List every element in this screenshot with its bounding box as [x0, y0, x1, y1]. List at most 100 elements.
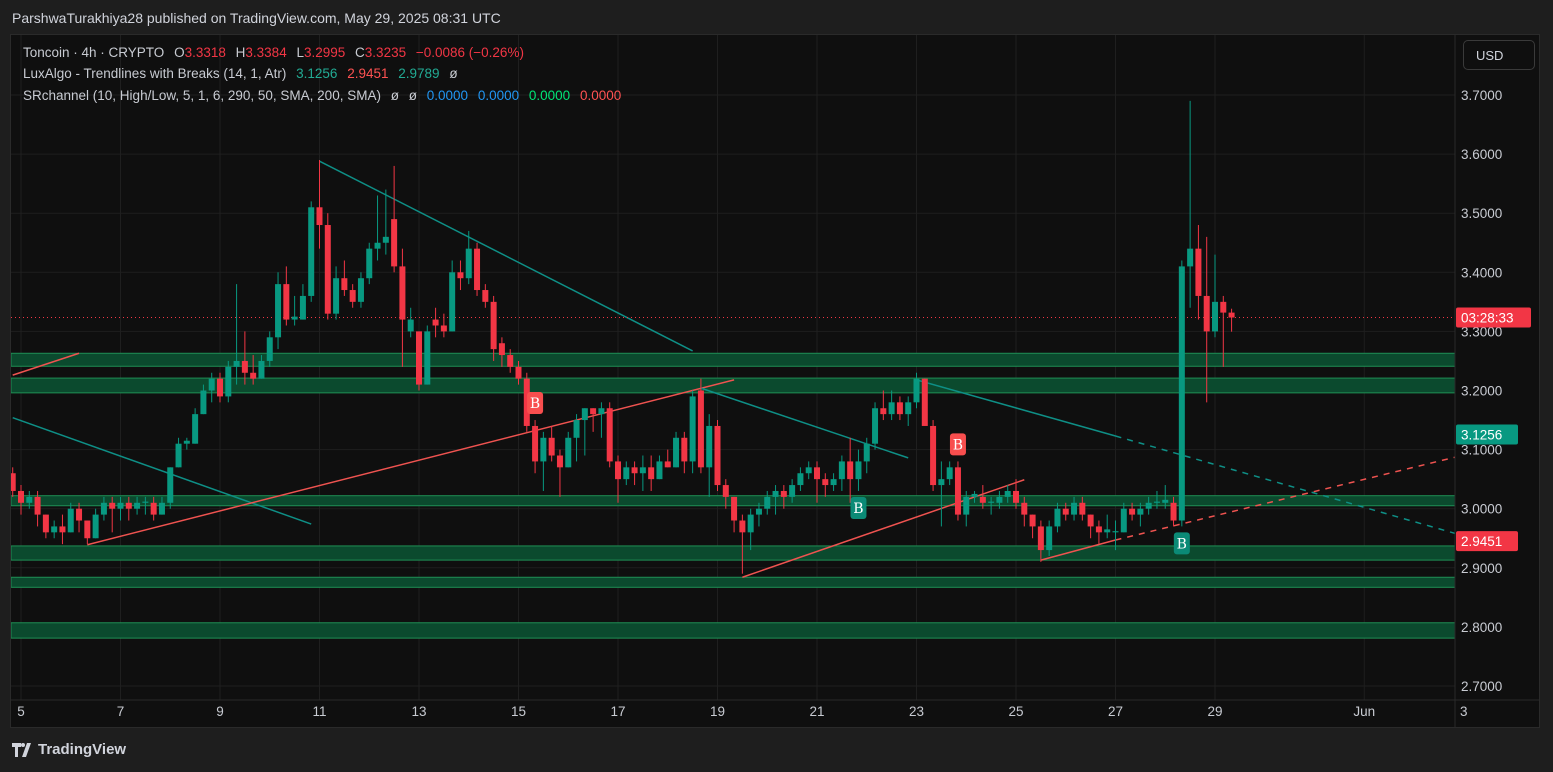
candle-down: [714, 420, 721, 491]
candle-down: [1095, 520, 1102, 545]
candle-body: [76, 508, 83, 521]
candle-body: [250, 372, 257, 379]
candle-body: [217, 378, 223, 397]
candle-body: [1079, 502, 1086, 515]
candle-down: [648, 455, 655, 491]
time-tick-label: 13: [411, 704, 426, 719]
candle-body: [225, 366, 232, 397]
time-tick-label: 7: [117, 704, 125, 719]
candle-body: [1046, 526, 1053, 551]
sr-zone: [11, 352, 1455, 367]
bearish-break-marker: B: [527, 392, 544, 415]
candle-body: [1212, 301, 1218, 332]
candle-up: [424, 325, 431, 385]
candle-down: [1228, 308, 1235, 332]
candle-up: [565, 431, 572, 468]
candle-down: [921, 378, 928, 426]
candle-down: [664, 449, 671, 468]
candle-up: [291, 295, 298, 326]
candle-body: [946, 467, 953, 480]
time-tick-label: 5: [17, 704, 25, 719]
candle-down: [391, 165, 398, 273]
candle-up: [639, 455, 646, 491]
indicator-value: 2.9451: [347, 66, 389, 81]
candle-up: [51, 520, 58, 539]
candle-body: [1112, 531, 1119, 533]
price-change: −0.0086 (−0.26%): [415, 45, 524, 60]
symbol-label[interactable]: Toncoin · 4h · CRYPTO: [23, 45, 164, 60]
candle-body: [233, 360, 240, 367]
price-tick-label: 3.4000: [1461, 265, 1502, 280]
candle-up: [407, 307, 414, 338]
indicator-name: SRchannel (10, High/Low, 5, 1, 6, 290, 5…: [23, 88, 381, 103]
price-label-text: 03:28:33: [1461, 311, 1514, 326]
candle-up: [689, 390, 696, 474]
candle-up: [275, 272, 282, 350]
candle-body: [656, 461, 663, 480]
candle-down: [880, 390, 887, 421]
candle-body: [1004, 490, 1011, 497]
candle-up: [308, 201, 315, 302]
candle-body: [407, 319, 414, 332]
candle-body: [697, 390, 704, 468]
candle-body: [308, 207, 315, 296]
candle-down: [474, 242, 481, 296]
candle-body: [67, 508, 74, 533]
candle-down: [606, 402, 613, 468]
brand-name: TradingView: [38, 741, 127, 758]
ohlc-close: C3.3235: [355, 45, 407, 60]
candle-body: [921, 378, 928, 426]
candle-body: [291, 316, 298, 320]
candle-body: [1013, 490, 1019, 503]
sr-zone: [11, 622, 1455, 639]
candle-body: [1021, 502, 1028, 515]
candle-body: [275, 284, 282, 338]
candle-up: [1120, 502, 1127, 533]
candle-body: [971, 493, 978, 497]
candle-body: [979, 496, 986, 503]
price-chart[interactable]: B B B B 2.7000 2.8000 2.9000 3.0000 3.1000 3.200…: [0, 0, 1553, 772]
candle-down: [739, 514, 746, 574]
candle-up: [1054, 502, 1061, 533]
price-axis[interactable]: 2.70002.80002.90003.00003.10003.20003.30…: [1461, 88, 1502, 694]
candle-down: [532, 420, 539, 474]
candle-body: [482, 290, 489, 302]
candle-down: [11, 467, 16, 497]
candle-body: [109, 502, 116, 509]
candle-up: [706, 414, 713, 497]
candle-body: [780, 490, 787, 497]
candle-body: [507, 355, 514, 367]
candle-body: [374, 242, 381, 249]
candle-up: [1178, 260, 1185, 527]
candle-body: [590, 408, 597, 415]
candle-body: [449, 272, 456, 332]
candle-up: [855, 449, 862, 491]
legend-indicator-srchannel[interactable]: SRchannel (10, High/Low, 5, 1, 6, 290, 5…: [23, 88, 627, 103]
candle-down: [954, 461, 961, 521]
time-axis[interactable]: 5 7 9 11 13 15 17 19 21 23 25 27 29 Jun 3: [17, 704, 1467, 719]
candle-down: [84, 520, 91, 545]
currency-button[interactable]: USD: [1463, 40, 1535, 70]
legend-indicator-luxalgo[interactable]: LuxAlgo - Trendlines with Breaks (14, 1,…: [23, 66, 464, 81]
candle-body: [391, 219, 398, 267]
candle-up: [233, 284, 240, 385]
candle-down: [440, 313, 447, 338]
candle-down: [1029, 514, 1036, 539]
ohlc-high: H3.3384: [235, 45, 287, 60]
candle-up: [938, 461, 945, 527]
candle-body: [830, 479, 837, 486]
candle-body: [805, 467, 812, 474]
tradingview-logo[interactable]: TradingView: [12, 741, 126, 758]
time-tick-label: 25: [1008, 704, 1023, 719]
candle-down: [631, 461, 638, 486]
candle-body: [648, 467, 655, 480]
candle-body: [540, 437, 547, 462]
candle-down: [548, 425, 555, 462]
candle-down: [324, 213, 331, 320]
candle-body: [888, 402, 895, 415]
candle-up: [905, 396, 912, 426]
candle-up: [805, 461, 812, 480]
candle-up: [1187, 100, 1194, 308]
candle-body: [532, 425, 539, 462]
candle-body: [1029, 514, 1036, 527]
